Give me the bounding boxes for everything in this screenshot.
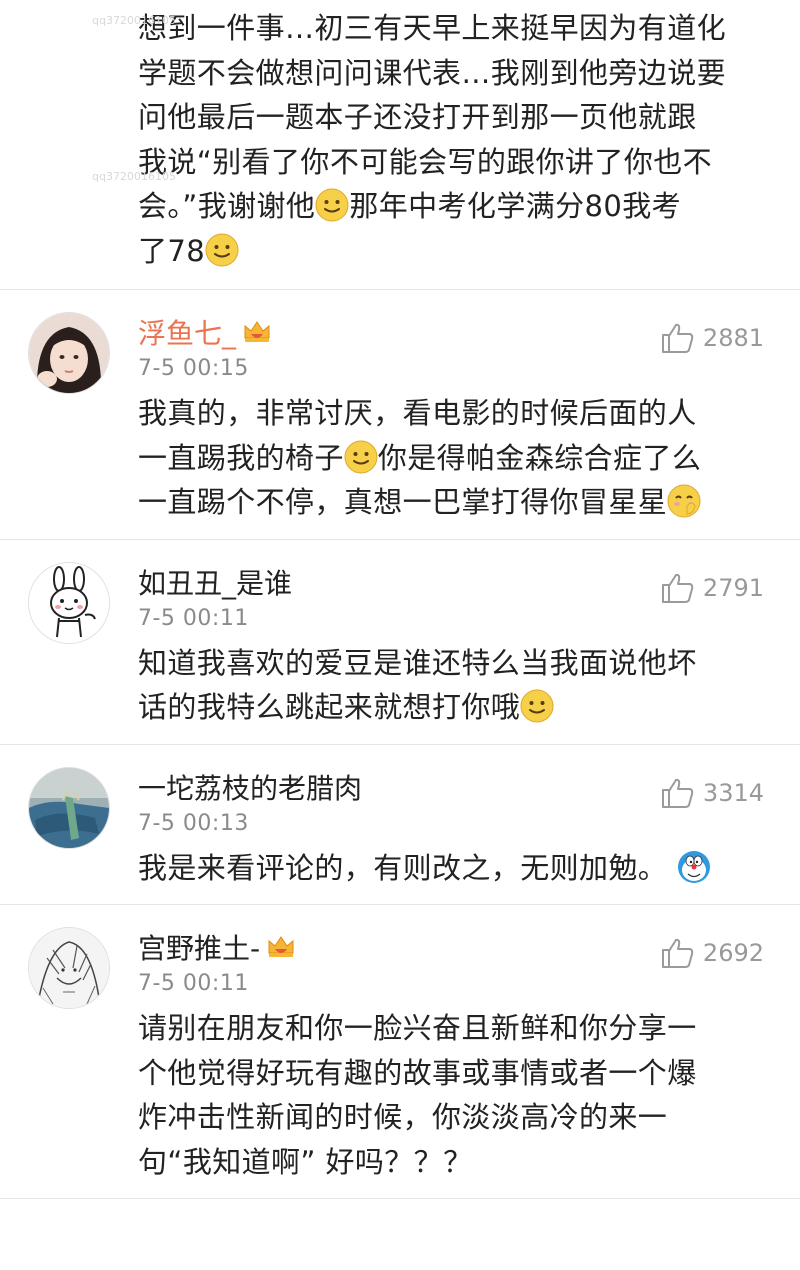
text-segment: 我是来看评论的，有则改之，无则加勉。 bbox=[138, 850, 668, 885]
avatar[interactable] bbox=[28, 561, 110, 644]
watermark-text: qq3720016105 bbox=[92, 14, 176, 27]
like-count: 2692 bbox=[702, 939, 764, 967]
text-line: 我是来看评论的，有则改之，无则加勉。 bbox=[138, 846, 770, 891]
comment-text: 我是来看评论的，有则改之，无则加勉。 bbox=[138, 846, 770, 891]
thumbs-up-icon bbox=[661, 322, 695, 354]
comment-item: 宫野推土- 7-5 00:11 2692 请别在朋友和你一脸兴奋且新鲜和你分享一… bbox=[0, 905, 800, 1199]
text-line: 一直踢我的椅子 你是得帕金森综合症了么 bbox=[138, 436, 770, 481]
username[interactable]: 一坨荔枝的老腊肉 bbox=[138, 767, 362, 807]
text-line: 个他觉得好玩有趣的故事或事情或者一个爆 bbox=[138, 1055, 697, 1090]
text-segment: 话的我特么跳起来就想打你哦 bbox=[138, 690, 521, 724]
username[interactable]: 宫野推土- bbox=[138, 927, 260, 967]
username[interactable]: 如丑丑_是谁 bbox=[138, 562, 292, 602]
smile-emoji-icon bbox=[205, 233, 239, 267]
avatar-bunny-icon bbox=[29, 562, 109, 643]
avatar-sketch-icon bbox=[29, 928, 109, 1008]
watermark-text: qq3720016105 bbox=[92, 170, 176, 183]
thumbs-up-icon bbox=[661, 572, 695, 604]
top-comment: 想到一件事…初三有天早上来挺早因为有道化 学题不会做想问问课代表…我刚到他旁边说… bbox=[0, 0, 800, 290]
text-line: 一直踢个不停，真想一巴掌打得你冒星星 bbox=[138, 480, 770, 525]
vip-crown-icon bbox=[266, 933, 296, 961]
username[interactable]: 浮鱼七_ bbox=[138, 312, 236, 352]
comment-text: 知道我喜欢的爱豆是谁还特么当我面说他坏 话的我特么跳起来就想打你哦 bbox=[138, 641, 770, 730]
timestamp: 7-5 00:11 bbox=[138, 605, 249, 631]
smile-emoji-icon bbox=[344, 440, 378, 474]
text-line: 问他最后一题本子还没打开到那一页他就跟 bbox=[138, 100, 697, 134]
text-line: 话的我特么跳起来就想打你哦 bbox=[138, 685, 770, 730]
text-line: 我真的，非常讨厌，看电影的时候后面的人 bbox=[138, 396, 697, 430]
timestamp: 7-5 00:11 bbox=[138, 971, 249, 996]
avatar-girl-icon bbox=[29, 313, 109, 393]
text-segment: 你是得帕金森综合症了么 bbox=[377, 440, 702, 475]
thumbs-up-icon bbox=[661, 777, 695, 809]
text-line: 想到一件事…初三有天早上来挺早因为有道化 bbox=[138, 11, 727, 45]
comment-text: 请别在朋友和你一脸兴奋且新鲜和你分享一 个他觉得好玩有趣的故事或事情或者一个爆 … bbox=[138, 1006, 770, 1184]
like-button[interactable]: 2791 bbox=[661, 572, 764, 604]
doraemon-emoji-icon bbox=[677, 850, 711, 884]
comment-item: 一坨荔枝的老腊肉 7-5 00:13 3314 我是来看评论的，有则改之，无则加… bbox=[0, 745, 800, 905]
timestamp: 7-5 00:13 bbox=[138, 810, 249, 836]
comment-item: 浮鱼七_ 7-5 00:15 2881 我真的，非常讨厌，看电影的时候后面的人 … bbox=[0, 290, 800, 540]
text-line: 炸冲击性新闻的时候，你淡淡高冷的来一 bbox=[138, 1100, 668, 1134]
text-line: 请别在朋友和你一脸兴奋且新鲜和你分享一 bbox=[138, 1011, 697, 1045]
text-line: 会。”我谢谢他 那年中考化学满分80我考 bbox=[138, 184, 770, 229]
like-count: 2791 bbox=[702, 573, 764, 602]
comment-item: 如丑丑_是谁 7-5 00:11 2791 知道我喜欢的爱豆是谁还特么当我面说他… bbox=[0, 540, 800, 745]
avatar-photo-icon bbox=[29, 767, 109, 848]
text-line: 学题不会做想问问课代表…我刚到他旁边说要 bbox=[138, 55, 727, 90]
text-segment: 会。”我谢谢他 bbox=[138, 189, 316, 223]
smile-emoji-icon bbox=[520, 689, 554, 723]
text-line: 了78 bbox=[138, 229, 770, 274]
top-comment-text: 想到一件事…初三有天早上来挺早因为有道化 学题不会做想问问课代表…我刚到他旁边说… bbox=[138, 6, 770, 273]
comment-text: 我真的，非常讨厌，看电影的时候后面的人 一直踢我的椅子 你是得帕金森综合症了么 一… bbox=[138, 391, 770, 525]
timestamp: 7-5 00:15 bbox=[138, 356, 249, 381]
like-button[interactable]: 2881 bbox=[661, 322, 764, 354]
like-button[interactable]: 3314 bbox=[661, 777, 764, 809]
like-button[interactable]: 2692 bbox=[661, 937, 764, 969]
avatar[interactable] bbox=[28, 927, 110, 1009]
like-count: 2881 bbox=[702, 324, 764, 352]
shy-emoji-icon bbox=[667, 484, 701, 518]
thumbs-up-icon bbox=[661, 937, 695, 969]
text-segment: 那年中考化学满分80我考 bbox=[349, 189, 682, 223]
avatar[interactable] bbox=[28, 312, 110, 394]
text-line: 句“我知道啊” 好吗？？？ bbox=[138, 1144, 473, 1179]
text-line: 知道我喜欢的爱豆是谁还特么当我面说他坏 bbox=[138, 645, 697, 680]
text-line: 我说“别看了你不可能会写的跟你讲了你也不 bbox=[138, 144, 713, 179]
text-segment: 了78 bbox=[138, 233, 206, 268]
text-segment: 一直踢我的椅子 bbox=[138, 440, 344, 475]
smile-emoji-icon bbox=[315, 188, 349, 222]
text-segment: 一直踢个不停，真想一巴掌打得你冒星星 bbox=[138, 485, 668, 519]
vip-crown-icon bbox=[242, 318, 272, 346]
avatar[interactable] bbox=[28, 766, 110, 849]
like-count: 3314 bbox=[702, 778, 764, 807]
